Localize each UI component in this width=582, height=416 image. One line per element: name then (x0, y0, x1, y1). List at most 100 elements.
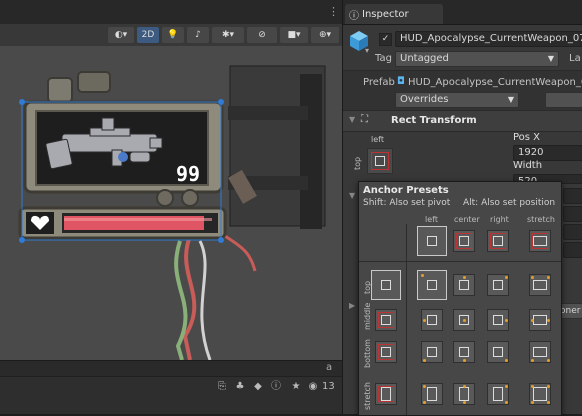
tab-inspector[interactable]: ⓘ Inspector (345, 4, 443, 24)
preset-stretch-stretch[interactable] (529, 383, 551, 405)
cable-red-2 (224, 234, 257, 272)
mode-2d-button[interactable]: 2D (137, 27, 159, 43)
cable-red (182, 235, 197, 360)
lock-glyph[interactable]: a (326, 362, 332, 373)
preset-middle-stretch[interactable] (529, 309, 551, 331)
selection-handle-tr (218, 99, 224, 105)
col-label-right: right (490, 215, 509, 224)
pos-x-field[interactable]: 1920 (513, 145, 582, 161)
info-icon[interactable]: ⓘ (270, 381, 282, 393)
palette-icon[interactable]: ♣ (234, 381, 246, 393)
chevron-down-icon: ▼ (547, 54, 554, 63)
rect-transform-header[interactable]: ▼ ⛶ Rect Transform (343, 110, 582, 132)
tag-dropdown[interactable]: Untagged ▼ (395, 51, 559, 67)
preset-top-right[interactable] (487, 274, 509, 296)
preset-col-left-header[interactable] (417, 226, 447, 256)
active-checkbox[interactable]: ✓ (379, 33, 392, 46)
anchor-preset-button[interactable] (367, 148, 393, 174)
overrides-dropdown[interactable]: Overrides ▼ (395, 92, 519, 108)
cable-green (174, 240, 188, 360)
overrides-label: Overrides (400, 94, 449, 105)
scene-canvas[interactable]: 99 (0, 46, 342, 360)
audio-icon[interactable]: ♪ (187, 27, 209, 43)
preset-middle-left[interactable] (421, 309, 443, 331)
rect-transform-title: Rect Transform (391, 115, 477, 126)
preset-row-middle-header[interactable] (375, 309, 397, 331)
selection-handle-br (218, 237, 224, 243)
preset-col-right-header[interactable] (487, 230, 509, 252)
tag-icon[interactable]: ◆ (252, 381, 264, 393)
anchor-hint-shift: Shift: Also set pivot (363, 198, 451, 208)
tag-label: Tag (375, 53, 392, 64)
preset-row-top-header[interactable] (371, 270, 401, 300)
scene-overlay-bar: ⎘ ♣ ◆ ⓘ ★ ◉ 13 (0, 376, 342, 414)
hidden-objects-icon[interactable]: ⊘ (247, 27, 277, 43)
cable-white (198, 240, 212, 360)
anchor-side-label: top (353, 156, 362, 170)
scene-title-bar: ⋮ (0, 0, 342, 25)
hud-artwork (18, 65, 326, 360)
lightbulb-icon[interactable]: 💡 (162, 27, 184, 43)
field-cut-3[interactable] (563, 224, 582, 240)
knob-top-left (47, 77, 73, 103)
preset-middle-center[interactable] (453, 309, 475, 331)
eye-icon[interactable]: ◉ (308, 381, 318, 393)
preset-bottom-center[interactable] (453, 341, 475, 363)
more-options-icon[interactable]: ⋮ (328, 5, 339, 18)
col-label-center: center (454, 215, 480, 224)
preset-top-center[interactable] (453, 274, 475, 296)
preset-stretch-center[interactable] (453, 383, 475, 405)
icon-dropdown-arrow[interactable]: ▾ (365, 46, 369, 55)
knob-top-mid (77, 71, 111, 93)
pos-x-label: Pos X (513, 132, 541, 143)
row-label-middle: middle (363, 302, 372, 330)
preset-top-left[interactable] (417, 270, 447, 300)
select-button[interactable] (545, 92, 582, 108)
preset-row-bottom-header[interactable] (375, 341, 397, 363)
scene-view[interactable]: ⋮ ◐▾ 2D 💡 ♪ ✱▾ ⊘ ■▾ ⊕▾ 99 a ⎘ ♣ ◆ ⓘ ★ ◉ … (0, 0, 342, 414)
preset-stretch-right[interactable] (487, 383, 509, 405)
anchor-presets-popup[interactable]: Anchor Presets Shift: Also set pivot Alt… (358, 181, 562, 416)
foldout-arrow-icon[interactable]: ▼ (349, 115, 355, 124)
gizmos-icon[interactable]: ⊕▾ (311, 27, 339, 43)
scene-status-bar: a (0, 360, 342, 377)
anchor-presets-title: Anchor Presets (363, 185, 449, 196)
prefab-name[interactable]: HUD_Apocalypse_CurrentWeapon_07 (408, 77, 582, 88)
width-label: Width (513, 160, 543, 171)
field-cut-1[interactable] (563, 188, 582, 204)
foldout-arrow-icon-2[interactable]: ▼ (349, 191, 355, 200)
prefab-label: Prefab (363, 77, 395, 88)
tag-value: Untagged (400, 53, 449, 64)
bracket-post (300, 74, 322, 229)
object-name-field[interactable]: HUD_Apocalypse_CurrentWeapon_07 (395, 31, 582, 47)
preset-stretch-left[interactable] (421, 383, 443, 405)
field-cut-4[interactable] (563, 242, 582, 258)
col-separator (406, 224, 407, 415)
foldout-arrow-icon-3[interactable]: ▶ (349, 301, 355, 310)
gizmo-circle-icon[interactable]: ◐▾ (108, 27, 134, 43)
preset-bottom-right[interactable] (487, 341, 509, 363)
knob-bottom-1 (156, 189, 174, 207)
selection-handle-tl (19, 99, 25, 105)
camera-icon[interactable]: ■▾ (280, 27, 308, 43)
preset-col-stretch-header[interactable] (529, 230, 551, 252)
preset-col-center-header[interactable] (453, 230, 475, 252)
preset-bottom-stretch[interactable] (529, 341, 551, 363)
bracket-bar-top (228, 106, 308, 120)
effects-icon[interactable]: ✱▾ (212, 27, 244, 43)
ammo-count: 99 (176, 162, 201, 186)
anchor-corner-label: left (371, 135, 384, 144)
inspector-tab-bar: ⓘ Inspector (343, 0, 582, 25)
anchor-hint-alt: Alt: Also set position (463, 198, 556, 208)
preset-row-stretch-header[interactable] (375, 383, 397, 405)
preset-top-stretch[interactable] (529, 274, 551, 296)
preset-bottom-left[interactable] (421, 341, 443, 363)
toolbar-icon-1[interactable]: ⎘ (216, 381, 228, 393)
field-cut-2[interactable] (563, 206, 582, 222)
info-circle-icon: ⓘ (349, 10, 359, 22)
preset-middle-right[interactable] (487, 309, 509, 331)
weapon-scope-light (118, 152, 128, 162)
row-label-stretch: stretch (363, 382, 372, 410)
star-icon[interactable]: ★ (290, 381, 302, 393)
tab-inspector-label: Inspector (362, 8, 409, 20)
